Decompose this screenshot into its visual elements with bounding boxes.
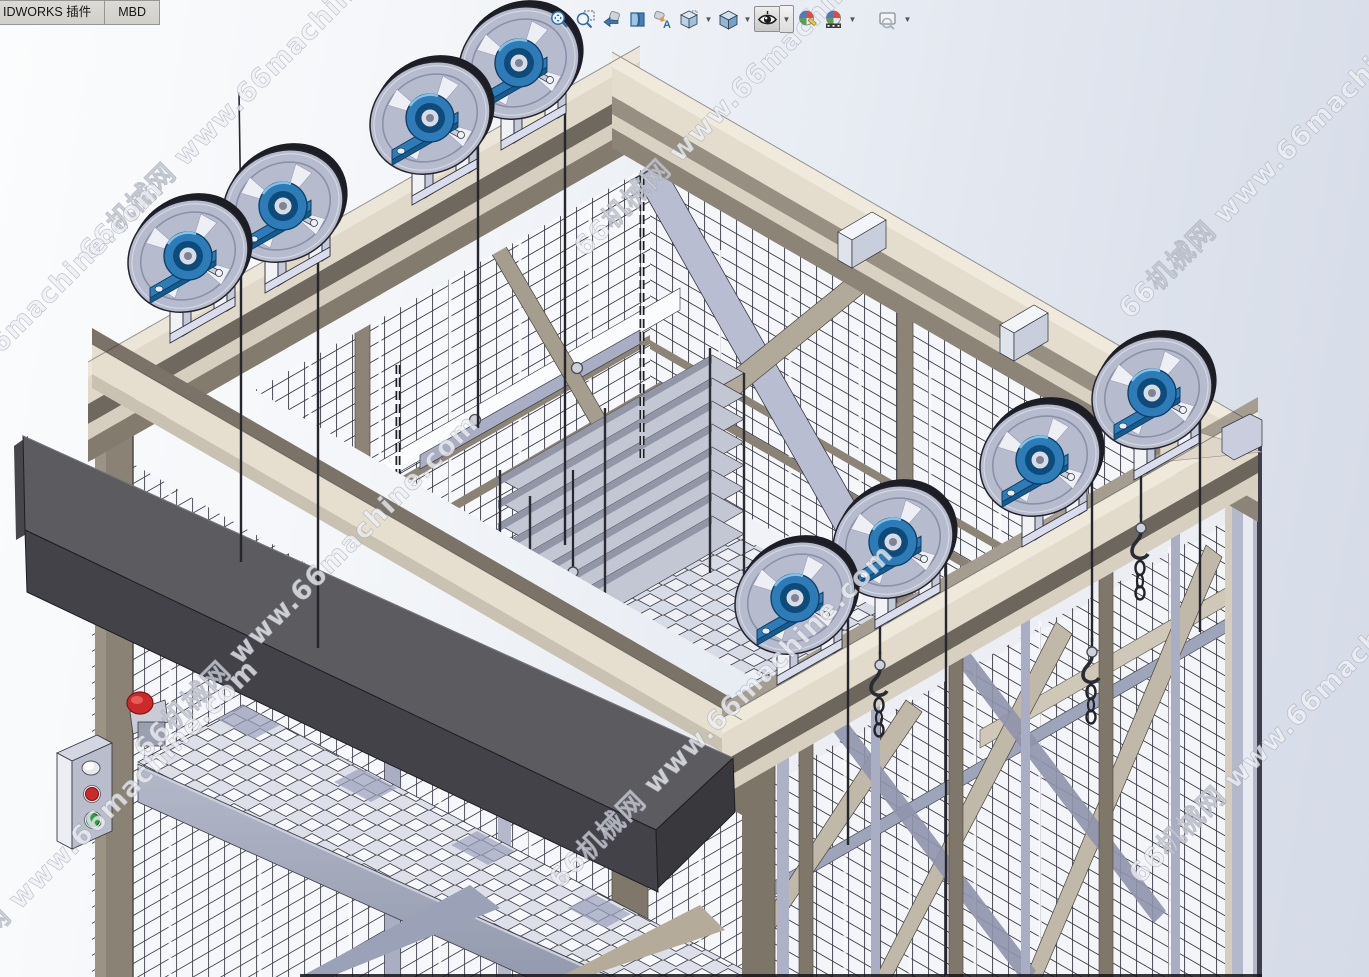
- view-orientation-button[interactable]: [676, 6, 702, 32]
- view-orientation-dropdown[interactable]: ▼: [702, 6, 715, 32]
- hide-show-items-dropdown[interactable]: ▼: [780, 5, 794, 33]
- apply-scene-dropdown[interactable]: ▼: [846, 6, 859, 32]
- tab-solidworks-addins[interactable]: IDWORKS 插件: [0, 0, 105, 25]
- hide-show-items-button[interactable]: [754, 6, 780, 32]
- section-view-button[interactable]: [624, 6, 650, 32]
- edit-appearance-button[interactable]: [794, 6, 820, 32]
- svg-text:A: A: [663, 19, 671, 30]
- watermark-text: 66机械网 www.66machine.com: [1113, 0, 1369, 325]
- view-settings-dropdown[interactable]: ▼: [901, 6, 914, 32]
- tab-mbd[interactable]: MBD: [105, 0, 160, 25]
- heads-up-view-toolbar: A ▼ ▼ ▼ ▼: [546, 5, 914, 33]
- solidworks-window: 66机械网 www.66machine.com 66机械网 www.66mach…: [0, 0, 1369, 977]
- zoom-to-fit-button[interactable]: [546, 6, 572, 32]
- previous-view-button[interactable]: [598, 6, 624, 32]
- command-tab-bar: IDWORKS 插件 MBD: [0, 0, 160, 25]
- apply-scene-button[interactable]: [820, 6, 846, 32]
- view-settings-button[interactable]: [875, 6, 901, 32]
- 3d-viewport[interactable]: 66机械网 www.66machine.com 66机械网 www.66mach…: [0, 0, 1369, 977]
- zoom-to-area-button[interactable]: [572, 6, 598, 32]
- display-style-dropdown[interactable]: ▼: [741, 6, 754, 32]
- dynamic-annotation-views-button[interactable]: A: [650, 6, 676, 32]
- display-style-button[interactable]: [715, 6, 741, 32]
